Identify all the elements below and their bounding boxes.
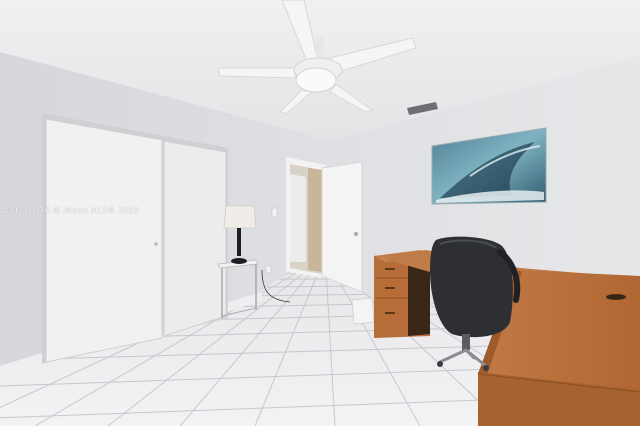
- closet-handle: [154, 242, 158, 246]
- mls-watermark: A11810316 © Miami MLS® 2025: [3, 206, 139, 215]
- floor-box: [351, 297, 375, 325]
- light-switch: [271, 207, 278, 218]
- room-photo: A11810316 © Miami MLS® 2025: [0, 0, 640, 426]
- wall-outlet: [265, 265, 272, 274]
- closet-door-right: [163, 140, 227, 337]
- door-knob: [354, 232, 358, 236]
- closet-door-left: [45, 118, 163, 363]
- desk-grommet: [606, 294, 626, 300]
- room-door: [321, 161, 363, 293]
